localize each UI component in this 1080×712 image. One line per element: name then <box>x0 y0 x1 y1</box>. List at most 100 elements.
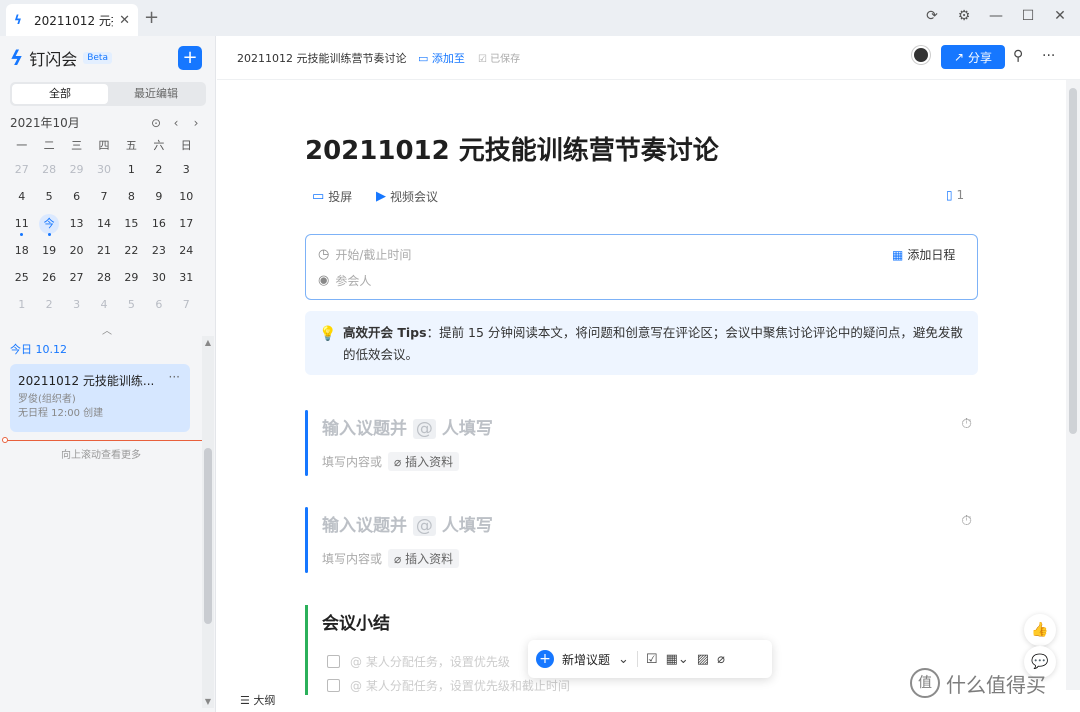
filter-all[interactable]: 全部 <box>12 84 108 104</box>
calendar-day[interactable]: 6 <box>145 291 172 318</box>
calendar-day[interactable]: 6 <box>63 183 90 210</box>
scroll-up-icon[interactable]: ▲ <box>202 338 214 347</box>
calendar-day[interactable]: 31 <box>173 264 200 291</box>
calendar-day[interactable]: 4 <box>8 183 35 210</box>
agenda-topic[interactable]: 输入议题并 @ 人填写 ⏱ 填写内容或 ⌀ 插入资料 <box>305 507 978 575</box>
calendar-day[interactable]: 22 <box>118 237 145 264</box>
add-to-button[interactable]: ▭ 添加至 <box>418 50 465 66</box>
refresh-icon[interactable]: ⟳ <box>922 8 942 24</box>
calendar-day[interactable]: 17 <box>173 210 200 237</box>
calendar-day[interactable]: 5 <box>35 183 62 210</box>
calendar-day[interactable]: 28 <box>35 156 62 183</box>
topic-content[interactable]: 填写内容或 ⌀ 插入资料 <box>322 549 460 568</box>
calendar-day[interactable]: 8 <box>118 183 145 210</box>
avatar[interactable] <box>912 46 930 64</box>
sidebar-scrollbar[interactable]: ▲ ▼ <box>202 336 214 708</box>
meeting-card[interactable]: 20211012 元技能训练... ··· 罗俊(组织者) 无日程 12:00 … <box>10 364 190 432</box>
topic-title[interactable]: 输入议题并 @ 人填写 <box>322 511 493 536</box>
calendar-day[interactable]: 10 <box>173 183 200 210</box>
video-meeting-button[interactable]: ▶ 视频会议 <box>376 188 438 205</box>
main-scroll-thumb[interactable] <box>1069 88 1077 434</box>
next-month-icon[interactable]: › <box>186 116 206 130</box>
table-icon[interactable]: ▦⌄ <box>666 652 689 667</box>
image-icon[interactable]: ▨ <box>697 652 709 667</box>
cast-screen-button[interactable]: ▭ 投屏 <box>312 188 352 205</box>
time-field[interactable]: ◷ 开始/截止时间 <box>318 246 411 263</box>
calendar-day[interactable]: 3 <box>173 156 200 183</box>
task-item[interactable]: @ 某人分配任务，设置优先级和截止时间 <box>327 677 570 694</box>
calendar-day[interactable]: 14 <box>90 210 117 237</box>
calendar-day[interactable]: 2 <box>145 156 172 183</box>
meeting-more-icon[interactable]: ··· <box>169 370 180 384</box>
minimize-icon[interactable]: — <box>986 8 1006 24</box>
calendar-day[interactable]: 今 <box>35 210 62 237</box>
more-icon[interactable]: ··· <box>1042 48 1055 64</box>
calendar-day[interactable]: 29 <box>118 264 145 291</box>
timer-icon[interactable]: ⏱ <box>961 416 972 432</box>
agenda-topic[interactable]: 输入议题并 @ 人填写 ⏱ 填写内容或 ⌀ 插入资料 <box>305 410 978 478</box>
filter-recent[interactable]: 最近编辑 <box>108 84 204 104</box>
sidebar-scroll-thumb[interactable] <box>204 448 212 624</box>
calendar-collapse-icon[interactable]: ︿ <box>102 322 112 337</box>
share-button[interactable]: ↗ 分享 <box>941 45 1005 69</box>
calendar-day[interactable]: 1 <box>8 291 35 318</box>
calendar-day[interactable]: 18 <box>8 237 35 264</box>
task-checkbox[interactable] <box>327 655 340 668</box>
close-window-icon[interactable]: ✕ <box>1050 8 1070 24</box>
calendar-day[interactable]: 23 <box>145 237 172 264</box>
today-target-icon[interactable]: ⊙ <box>146 116 166 130</box>
calendar-day[interactable]: 19 <box>35 237 62 264</box>
new-tab-button[interactable]: + <box>144 8 159 28</box>
calendar-day[interactable]: 28 <box>90 264 117 291</box>
attendee-field[interactable]: ◉ 参会人 <box>318 272 371 289</box>
main-scrollbar[interactable] <box>1066 80 1080 690</box>
calendar-day[interactable]: 30 <box>145 264 172 291</box>
calendar-day[interactable]: 16 <box>145 210 172 237</box>
calendar-day[interactable]: 9 <box>145 183 172 210</box>
chevron-down-icon[interactable]: ⌄ <box>618 652 629 667</box>
create-meeting-button[interactable]: + <box>178 46 202 70</box>
calendar-day[interactable]: 7 <box>173 291 200 318</box>
scroll-down-icon[interactable]: ▼ <box>202 697 214 706</box>
tab-close-icon[interactable]: ✕ <box>119 13 130 28</box>
task-checkbox[interactable] <box>327 679 340 692</box>
outline-button[interactable]: ☰ 大纲 <box>240 692 275 708</box>
calendar-day[interactable]: 30 <box>90 156 117 183</box>
add-topic-icon[interactable]: + <box>536 650 554 668</box>
like-icon[interactable]: 👍 <box>1024 614 1056 646</box>
schedule-box[interactable]: ◷ 开始/截止时间 ◉ 参会人 ▦ 添加日程 <box>305 234 978 300</box>
timer-icon[interactable]: ⏱ <box>961 513 972 529</box>
add-schedule-button[interactable]: ▦ 添加日程 <box>892 246 955 263</box>
calendar-day[interactable]: 27 <box>8 156 35 183</box>
calendar-day[interactable]: 4 <box>90 291 117 318</box>
settings-window-icon[interactable]: ⚙ <box>954 8 974 24</box>
calendar-day[interactable]: 1 <box>118 156 145 183</box>
new-topic-label[interactable]: 新增议题 <box>562 651 610 668</box>
prev-month-icon[interactable]: ‹ <box>166 116 186 130</box>
calendar-day[interactable]: 15 <box>118 210 145 237</box>
calendar-day[interactable]: 7 <box>90 183 117 210</box>
calendar-day[interactable]: 20 <box>63 237 90 264</box>
calendar-day[interactable]: 11 <box>8 210 35 237</box>
insert-material-button[interactable]: ⌀ 插入资料 <box>388 549 460 568</box>
calendar-day[interactable]: 3 <box>63 291 90 318</box>
attachment-icon[interactable]: ⌀ <box>717 652 725 667</box>
calendar-day[interactable]: 2 <box>35 291 62 318</box>
calendar-day[interactable]: 5 <box>118 291 145 318</box>
insert-material-button[interactable]: ⌀ 插入资料 <box>388 452 460 471</box>
calendar-day[interactable]: 26 <box>35 264 62 291</box>
maximize-icon[interactable]: ☐ <box>1018 8 1038 24</box>
calendar-day[interactable]: 13 <box>63 210 90 237</box>
calendar-day[interactable]: 21 <box>90 237 117 264</box>
calendar-day[interactable]: 25 <box>8 264 35 291</box>
read-count[interactable]: ▯ 1 <box>946 188 964 202</box>
calendar-day[interactable]: 27 <box>63 264 90 291</box>
pin-icon[interactable]: ⚲ <box>1013 48 1023 64</box>
calendar-day[interactable]: 24 <box>173 237 200 264</box>
topic-title[interactable]: 输入议题并 @ 人填写 <box>322 414 493 439</box>
topic-content[interactable]: 填写内容或 ⌀ 插入资料 <box>322 452 460 471</box>
task-item[interactable]: @ 某人分配任务，设置优先级 <box>327 653 510 670</box>
browser-tab[interactable]: ϟ 20211012 元技能训... ✕ <box>6 4 138 36</box>
calendar-day[interactable]: 29 <box>63 156 90 183</box>
checkbox-icon[interactable]: ☑ <box>646 652 658 667</box>
